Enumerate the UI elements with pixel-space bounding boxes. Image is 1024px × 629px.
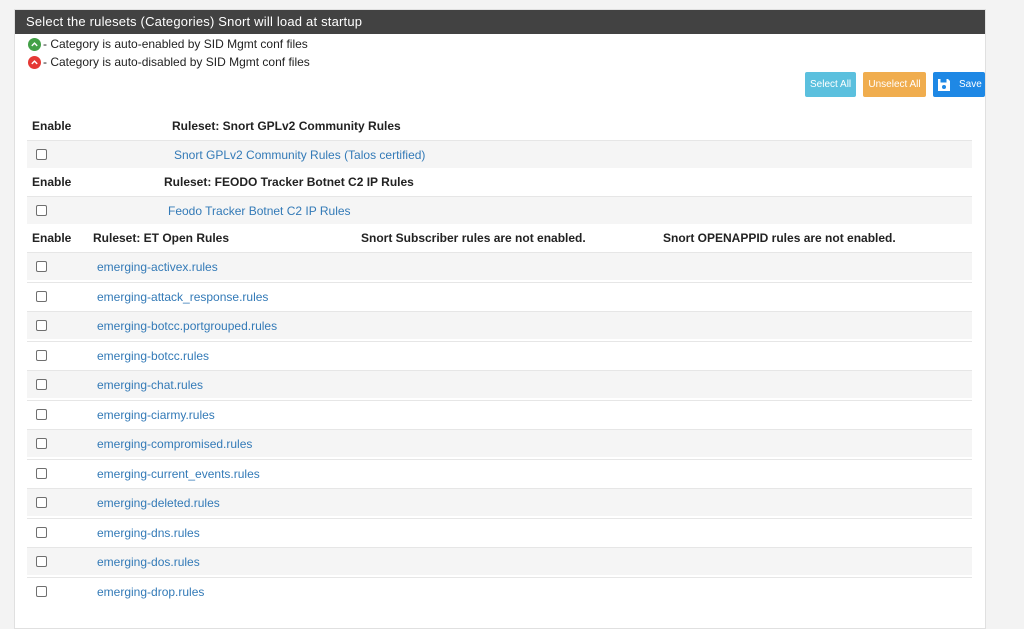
- unselect-all-button[interactable]: Unselect All: [863, 72, 926, 97]
- rule-checkbox[interactable]: [36, 526, 47, 538]
- rule-link[interactable]: emerging-dos.rules: [97, 548, 200, 576]
- enable-column-header: Enable: [32, 175, 72, 189]
- floppy-disk-icon: [938, 78, 950, 91]
- legend-auto-disabled-text: - Category is auto-disabled by SID Mgmt …: [43, 55, 310, 69]
- rule-checkbox[interactable]: [36, 205, 47, 216]
- table-row: emerging-chat.rules: [27, 370, 972, 398]
- table-row: emerging-dos.rules: [27, 547, 972, 575]
- save-button-label: Save: [959, 79, 982, 90]
- rule-checkbox[interactable]: [36, 467, 47, 479]
- table-row: emerging-compromised.rules: [27, 429, 972, 457]
- enable-column-header: Enable: [32, 231, 72, 245]
- chevron-up-circle-icon: [28, 37, 41, 51]
- rule-checkbox[interactable]: [36, 379, 47, 390]
- rulesets-panel: Select the rulesets (Categories) Snort w…: [14, 9, 986, 629]
- table-row: emerging-botcc.rules: [27, 340, 972, 370]
- rule-checkbox[interactable]: [36, 585, 47, 597]
- table-row: Feodo Tracker Botnet C2 IP Rules: [27, 196, 972, 224]
- rule-link[interactable]: Feodo Tracker Botnet C2 IP Rules: [168, 197, 351, 225]
- rule-checkbox[interactable]: [36, 349, 47, 361]
- rule-link[interactable]: emerging-activex.rules: [97, 253, 218, 281]
- rule-link[interactable]: emerging-compromised.rules: [97, 430, 252, 458]
- rule-checkbox[interactable]: [36, 320, 47, 331]
- table-row: emerging-activex.rules: [27, 252, 972, 280]
- rule-link[interactable]: emerging-drop.rules: [97, 578, 204, 606]
- save-button[interactable]: Save: [933, 72, 985, 97]
- legend-auto-enabled: - Category is auto-enabled by SID Mgmt c…: [28, 37, 308, 51]
- rule-link[interactable]: emerging-botcc.rules: [97, 342, 209, 370]
- table-row: emerging-dns.rules: [27, 517, 972, 547]
- rule-checkbox[interactable]: [36, 261, 47, 272]
- legend-auto-disabled: - Category is auto-disabled by SID Mgmt …: [28, 55, 310, 69]
- et-open-header-row: Enable Ruleset: ET Open Rules Snort Subs…: [27, 224, 972, 252]
- rule-checkbox[interactable]: [36, 438, 47, 449]
- ruleset-header-feodo: Ruleset: FEODO Tracker Botnet C2 IP Rule…: [164, 175, 414, 189]
- enable-column-header: Enable: [32, 119, 72, 133]
- rule-checkbox[interactable]: [36, 497, 47, 508]
- chevron-up-circle-icon: [28, 55, 41, 69]
- select-all-button[interactable]: Select All: [805, 72, 856, 97]
- rule-link[interactable]: emerging-deleted.rules: [97, 489, 220, 517]
- subscriber-rules-note: Snort Subscriber rules are not enabled.: [361, 231, 586, 245]
- rule-link[interactable]: emerging-current_events.rules: [97, 460, 260, 488]
- ruleset-header-gplv2: Ruleset: Snort GPLv2 Community Rules: [172, 119, 401, 133]
- rule-checkbox[interactable]: [36, 290, 47, 302]
- feodo-header-row: Enable Ruleset: FEODO Tracker Botnet C2 …: [27, 168, 972, 196]
- table-row: emerging-deleted.rules: [27, 488, 972, 516]
- openappid-rules-note: Snort OPENAPPID rules are not enabled.: [663, 231, 896, 245]
- table-row: emerging-current_events.rules: [27, 458, 972, 488]
- rule-checkbox[interactable]: [36, 408, 47, 420]
- rule-link[interactable]: emerging-dns.rules: [97, 519, 200, 547]
- rule-link[interactable]: emerging-botcc.portgrouped.rules: [97, 312, 277, 340]
- rule-checkbox[interactable]: [36, 556, 47, 567]
- table-row: emerging-ciarmy.rules: [27, 399, 972, 429]
- table-row: emerging-attack_response.rules: [27, 281, 972, 311]
- legend-auto-enabled-text: - Category is auto-enabled by SID Mgmt c…: [43, 37, 308, 51]
- rule-link[interactable]: Snort GPLv2 Community Rules (Talos certi…: [174, 141, 425, 169]
- rule-link[interactable]: emerging-ciarmy.rules: [97, 401, 215, 429]
- ruleset-header-et-open: Ruleset: ET Open Rules: [93, 231, 230, 245]
- rule-checkbox[interactable]: [36, 149, 47, 160]
- table-row: emerging-botcc.portgrouped.rules: [27, 311, 972, 339]
- rule-link[interactable]: emerging-chat.rules: [97, 371, 203, 399]
- gplv2-header-row: Enable Ruleset: Snort GPLv2 Community Ru…: [27, 112, 972, 140]
- table-row: Snort GPLv2 Community Rules (Talos certi…: [27, 140, 972, 168]
- panel-title: Select the rulesets (Categories) Snort w…: [15, 10, 985, 34]
- table-row: emerging-drop.rules: [27, 576, 972, 606]
- rule-link[interactable]: emerging-attack_response.rules: [97, 283, 268, 311]
